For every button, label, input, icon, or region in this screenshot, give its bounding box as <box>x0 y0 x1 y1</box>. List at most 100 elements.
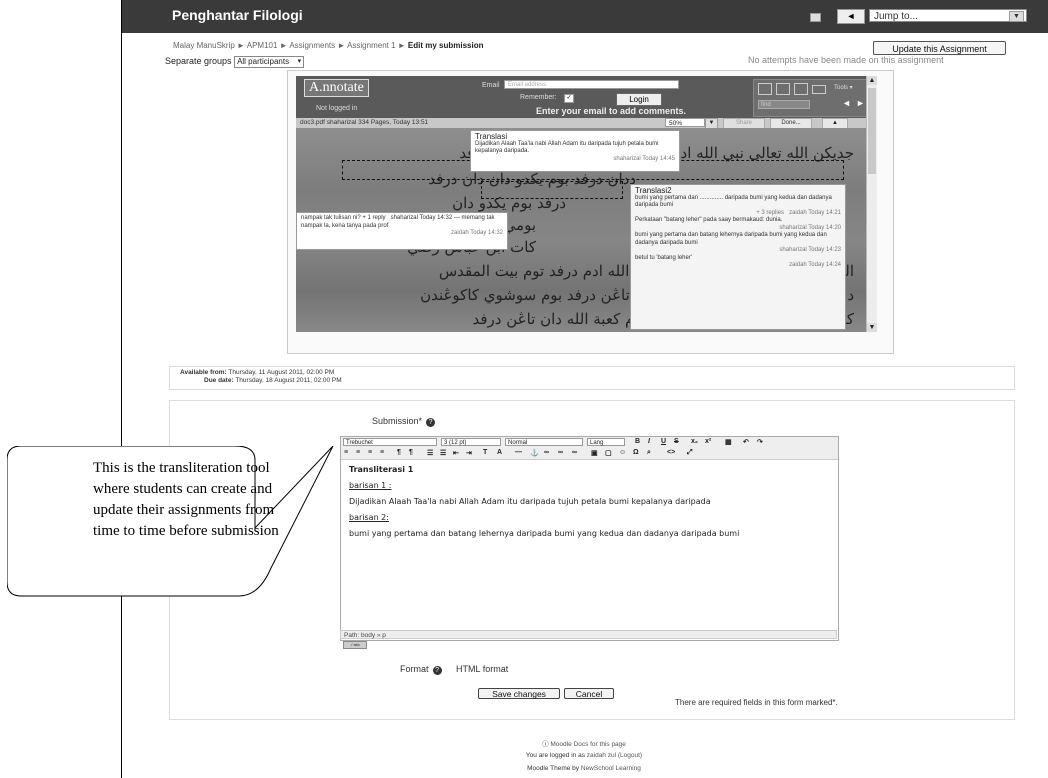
annotation-note-translasi[interactable]: Translasi Dijadikan Alaah Taa'la nabi Al… <box>470 130 680 172</box>
block-format-select[interactable]: Normal <box>505 438 583 446</box>
italic-icon[interactable]: I <box>648 438 650 445</box>
available-from: Available from: Thursday, 11 August 2011… <box>180 369 334 376</box>
submission-label-text: Submission* <box>372 416 423 426</box>
smiley-icon[interactable]: ☺ <box>619 449 626 456</box>
zoom-select[interactable]: 50% <box>665 118 705 127</box>
bg-color-icon[interactable]: A <box>497 449 502 456</box>
bold-icon[interactable]: B <box>635 438 640 445</box>
flag-icon[interactable] <box>810 13 821 22</box>
tools-menu[interactable]: Tools ▾ <box>834 84 853 91</box>
docs-link-text[interactable]: Moodle Docs for this page <box>550 741 626 748</box>
logout-link[interactable]: (Logout) <box>618 752 642 759</box>
due-value: Thursday, 18 August 2011, 02:00 PM <box>235 377 342 384</box>
tools-panel: Tools ▾ find ◄ ► <box>753 79 873 117</box>
anchor-icon[interactable]: ⚓ <box>530 449 539 457</box>
breadcrumb-item[interactable]: APM101 <box>247 41 278 50</box>
underline-icon[interactable]: U <box>661 438 666 445</box>
help-icon[interactable]: ? <box>432 666 442 675</box>
ordered-list-icon[interactable]: ☰ <box>427 449 433 457</box>
cancel-button[interactable]: Cancel <box>564 688 614 699</box>
user-link[interactable]: zaidah zul <box>587 752 616 759</box>
available-value: Thursday, 11 August 2011, 02:00 PM <box>228 369 335 376</box>
subscript-icon[interactable]: x₂ <box>691 438 698 445</box>
reply-count: + 3 replies <box>756 209 785 216</box>
rtl-icon[interactable]: ¶ <box>409 449 413 456</box>
html-editor[interactable]: Trebuchet 3 (12 pt) Normal Lang B I U S … <box>340 436 839 641</box>
ltr-icon[interactable]: ¶ <box>397 449 401 456</box>
font-size-select[interactable]: 3 (12 pt) <box>441 438 501 446</box>
fullscreen-icon[interactable]: ⤢ <box>687 449 693 457</box>
group-selector: Separate groups All participants <box>165 56 305 68</box>
table-icon[interactable]: ▢ <box>605 449 612 457</box>
submission-label: Submission*? <box>372 416 436 427</box>
logged-prefix: You are logged in as <box>525 752 585 759</box>
text-color-icon[interactable]: T <box>483 449 487 456</box>
prev-arrow-icon[interactable]: ◄ <box>842 98 851 108</box>
manuscript-image[interactable]: جديكن الله تعالى نبي الله ادم درفد توجه … <box>296 128 866 332</box>
moodle-docs-link[interactable]: ⓘ Moodle Docs for this page <box>60 738 1048 748</box>
lang-select[interactable]: Lang <box>587 438 625 446</box>
note-title: Translasi2 <box>635 186 672 195</box>
align-left-icon[interactable]: ≡ <box>344 449 348 456</box>
font-family-select[interactable]: Trebuchet <box>343 438 437 446</box>
remember-checkbox[interactable]: ✓ <box>564 94 574 103</box>
text-view-icon[interactable] <box>794 83 808 95</box>
annotation-note-question[interactable]: nampak tak tulisan ni? + 1 reply shahari… <box>296 212 508 250</box>
monitor-icon[interactable] <box>812 85 826 94</box>
info-icon: ⓘ <box>542 741 549 748</box>
superscript-icon[interactable]: x² <box>705 438 711 445</box>
breadcrumb-item[interactable]: Assignment 1 <box>347 41 395 50</box>
redo-icon[interactable]: ↷ <box>757 438 763 446</box>
theme-credit: Moodle Theme by NewSchool Learning <box>60 765 1048 772</box>
undo-icon[interactable]: ↶ <box>743 438 749 446</box>
nolink-icon[interactable]: ∞ <box>572 449 577 456</box>
theme-author-link[interactable]: NewSchool Learning <box>581 765 641 772</box>
format-label: Format <box>400 664 429 674</box>
indent-icon[interactable]: ⇥ <box>466 449 472 457</box>
jump-to-select[interactable]: Jump to... ▼ <box>869 9 1027 22</box>
due-date: Due date: Thursday, 18 August 2011, 02:0… <box>204 377 342 384</box>
breadcrumb-item[interactable]: Assignments <box>289 41 335 50</box>
logged-in-info: You are logged in as zaidah zul (Logout) <box>60 752 1048 759</box>
note-meta: shaharizal Today 14:45 <box>613 155 675 162</box>
groups-select[interactable]: All participants <box>234 56 305 68</box>
highlight-box[interactable] <box>481 181 623 199</box>
scroll-down-icon[interactable]: ▼ <box>867 323 877 332</box>
scroll-thumb[interactable] <box>868 88 876 174</box>
editor-content[interactable]: Transliterasi 1 barisan 1 : Dijadikan Al… <box>349 465 829 545</box>
link-icon[interactable]: ∞ <box>544 449 549 456</box>
back-button[interactable]: ◄ <box>837 9 865 24</box>
strikethrough-icon[interactable]: S <box>674 438 679 445</box>
html-source-icon[interactable]: <> <box>667 449 675 456</box>
horizontal-rule-icon[interactable]: — <box>515 449 522 456</box>
page-view-icon[interactable] <box>758 83 772 95</box>
search-replace-icon[interactable]: ⌕ <box>647 449 651 457</box>
annotation-note-translasi2[interactable]: Translasi2 bumi yang pertama dan .......… <box>630 184 846 330</box>
viewer-scrollbar[interactable]: ▲ ▼ <box>866 76 877 332</box>
unlink-icon[interactable]: ∞ <box>558 449 563 456</box>
two-page-icon[interactable] <box>776 83 790 95</box>
email-field[interactable]: Email address <box>504 80 679 89</box>
help-icon[interactable]: ? <box>426 418 436 427</box>
note-meta: shaharizal Today 14:32 <box>390 215 453 221</box>
special-char-icon[interactable]: Ω <box>633 449 639 456</box>
align-right-icon[interactable]: ≡ <box>368 449 372 456</box>
outdent-icon[interactable]: ⇤ <box>453 449 459 457</box>
clean-word-icon[interactable]: ▦ <box>725 438 732 446</box>
login-button[interactable]: Login <box>616 93 662 106</box>
find-input[interactable]: find <box>758 100 810 109</box>
breadcrumb-item[interactable]: Malay ManuSkrip <box>173 41 235 50</box>
due-label: Due date: <box>204 377 234 384</box>
spellcheck-icon[interactable]: ✓abc <box>343 641 367 649</box>
justify-icon[interactable]: ≡ <box>380 449 384 456</box>
update-assignment-button[interactable]: Update this Assignment <box>873 41 1006 55</box>
image-icon[interactable]: ▣ <box>591 449 598 457</box>
save-button[interactable]: Save changes <box>478 688 560 699</box>
reply-count: + 1 reply <box>362 215 386 221</box>
site-title[interactable]: Penghantar Filologi <box>172 7 303 23</box>
align-center-icon[interactable]: ≡ <box>356 449 360 456</box>
unordered-list-icon[interactable]: ☰ <box>440 449 446 457</box>
no-attempts-message: No attempts have been made on this assig… <box>748 55 944 65</box>
next-arrow-icon[interactable]: ► <box>856 98 865 108</box>
scroll-up-icon[interactable]: ▲ <box>867 76 877 85</box>
